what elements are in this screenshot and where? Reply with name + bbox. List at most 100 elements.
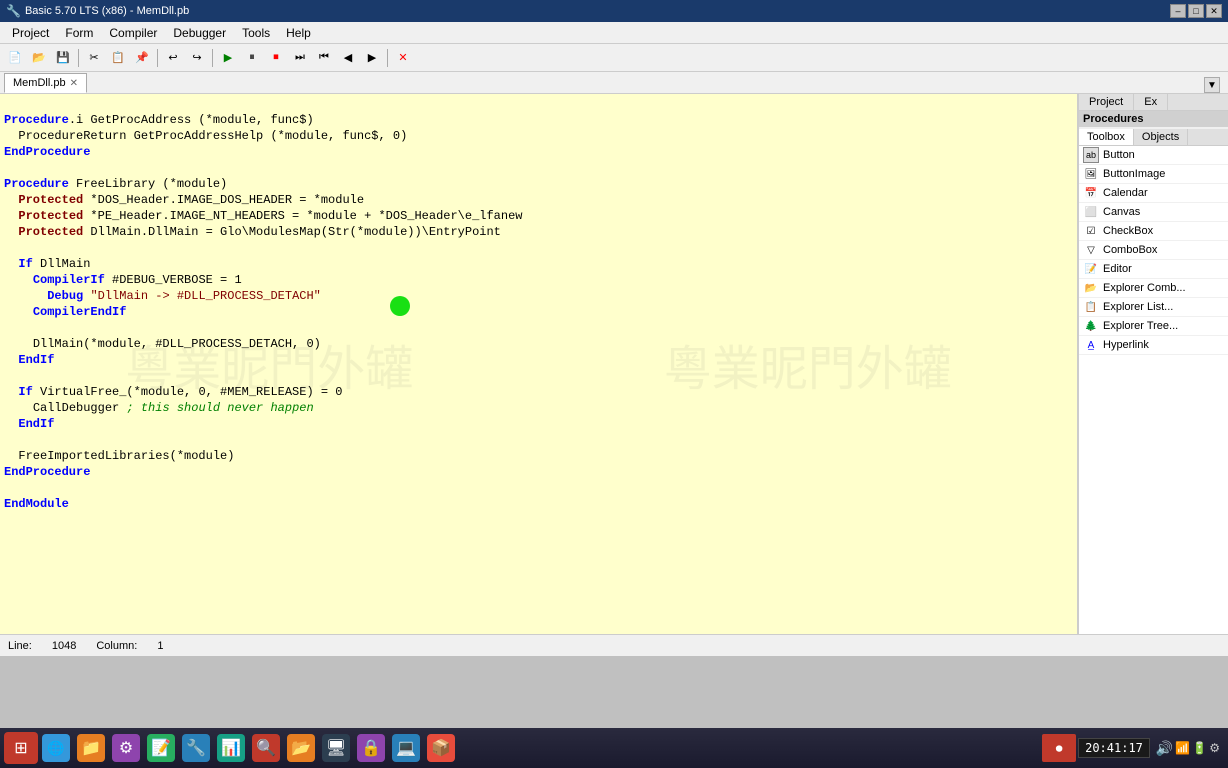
- tab-project[interactable]: Project: [1079, 94, 1134, 110]
- menu-tools[interactable]: Tools: [234, 24, 278, 42]
- maximize-button[interactable]: □: [1188, 4, 1204, 18]
- toolbar-sep4: [387, 49, 388, 67]
- taskbar-item-12[interactable]: 📦: [424, 731, 458, 765]
- tray-settings[interactable]: ⚙: [1209, 741, 1220, 755]
- toolbox-explorer-list[interactable]: 📋 Explorer List...: [1079, 298, 1228, 317]
- code-scroll[interactable]: Procedure.i GetProcAddress (*module, fun…: [0, 94, 1077, 634]
- tray-volume[interactable]: 🔊: [1156, 740, 1173, 757]
- explorer-tree-icon: 🌲: [1083, 318, 1099, 334]
- toolbar-save[interactable]: 💾: [52, 47, 74, 69]
- taskbar-item-11[interactable]: 💻: [389, 731, 423, 765]
- toolbar-close[interactable]: ✕: [392, 47, 414, 69]
- code-editor[interactable]: 粵業昵門外罐 粵業昵門外罐 Procedure.i GetProcAddress…: [0, 94, 1078, 634]
- toolbox-checkbox-label: CheckBox: [1103, 225, 1153, 237]
- toolbox-tabs: Toolbox Objects: [1079, 129, 1228, 146]
- taskbar-item-8[interactable]: 📂: [284, 731, 318, 765]
- toolbox-explorer-combo[interactable]: 📂 Explorer Comb...: [1079, 279, 1228, 298]
- minimize-button[interactable]: –: [1170, 4, 1186, 18]
- buttonimage-icon: 🖼: [1083, 166, 1099, 182]
- toolbar-paste[interactable]: 📌: [131, 47, 153, 69]
- tab-close-btn[interactable]: ✕: [70, 78, 78, 89]
- toolbar-next[interactable]: ▶: [361, 47, 383, 69]
- taskbar-icon-7: 🔍: [252, 734, 280, 762]
- taskbar-icon-10: 🔒: [357, 734, 385, 762]
- toolbar-run[interactable]: ▶: [217, 47, 239, 69]
- taskbar-icon-2: 📁: [77, 734, 105, 762]
- col-value: 1: [157, 640, 163, 652]
- toolbox-explorer-combo-label: Explorer Comb...: [1103, 282, 1186, 294]
- toolbar-back[interactable]: ⏮: [313, 47, 335, 69]
- title-bar-controls[interactable]: – □ ✕: [1170, 4, 1222, 18]
- toolbox-explorer-list-label: Explorer List...: [1103, 301, 1173, 313]
- taskbar-item-3[interactable]: ⚙: [109, 731, 143, 765]
- taskbar: ⊞ 🌐 📁 ⚙ 📝 🔧 📊 🔍 📂 🖥 🔒 💻 📦 ⏺: [0, 728, 1228, 768]
- canvas-icon: ⬜: [1083, 204, 1099, 220]
- toolbar-pause[interactable]: ⏸: [241, 47, 263, 69]
- taskbar-icon-11: 💻: [392, 734, 420, 762]
- taskbar-item-7[interactable]: 🔍: [249, 731, 283, 765]
- toolbox-canvas-label: Canvas: [1103, 206, 1140, 218]
- menu-form[interactable]: Form: [57, 24, 101, 42]
- clock-time: 20:41:17: [1085, 741, 1143, 755]
- menu-project[interactable]: Project: [4, 24, 57, 42]
- toolbar-sep3: [212, 49, 213, 67]
- taskbar-item-9[interactable]: 🖥: [319, 731, 353, 765]
- toolbox-explorer-tree[interactable]: 🌲 Explorer Tree...: [1079, 317, 1228, 336]
- toolbox-list: ab Button 🖼 ButtonImage 📅 Calendar ⬜ Can…: [1079, 146, 1228, 634]
- toolbox-calendar[interactable]: 📅 Calendar: [1079, 184, 1228, 203]
- tray-battery[interactable]: 🔋: [1192, 741, 1207, 755]
- toolbar-copy[interactable]: 📋: [107, 47, 129, 69]
- tab-objects[interactable]: Objects: [1134, 129, 1188, 145]
- tab-scroll-right[interactable]: ▼: [1204, 77, 1220, 93]
- toolbox-button[interactable]: ab Button: [1079, 146, 1228, 165]
- close-button[interactable]: ✕: [1206, 4, 1222, 18]
- toolbar-prev[interactable]: ◀: [337, 47, 359, 69]
- tab-toolbox[interactable]: Toolbox: [1079, 129, 1134, 145]
- toolbar-sep1: [78, 49, 79, 67]
- taskbar-item-4[interactable]: 📝: [144, 731, 178, 765]
- taskbar-item-6[interactable]: 📊: [214, 731, 248, 765]
- checkbox-icon: ☑: [1083, 223, 1099, 239]
- toolbox-checkbox[interactable]: ☑ CheckBox: [1079, 222, 1228, 241]
- tray-network[interactable]: 📶: [1175, 741, 1190, 755]
- taskbar-icon-1: 🌐: [42, 734, 70, 762]
- window-title: Basic 5.70 LTS (x86) - MemDll.pb: [25, 5, 189, 17]
- toolbox-canvas[interactable]: ⬜ Canvas: [1079, 203, 1228, 222]
- toolbox-button-label: Button: [1103, 149, 1135, 161]
- menu-help[interactable]: Help: [278, 24, 319, 42]
- taskbar-icon-12: 📦: [427, 734, 455, 762]
- menu-compiler[interactable]: Compiler: [101, 24, 165, 42]
- taskbar-item-5[interactable]: 🔧: [179, 731, 213, 765]
- taskbar-icon-4: 📝: [147, 734, 175, 762]
- toolbar-redo[interactable]: ↪: [186, 47, 208, 69]
- right-panel: Project Ex Procedures Toolbox Objects ab…: [1078, 94, 1228, 634]
- taskbar-item-1[interactable]: 🌐: [39, 731, 73, 765]
- procedures-header: Procedures: [1079, 111, 1228, 127]
- toolbox-buttonimage[interactable]: 🖼 ButtonImage: [1079, 165, 1228, 184]
- taskbar-item-2[interactable]: 📁: [74, 731, 108, 765]
- record-button[interactable]: ⏺: [1042, 734, 1076, 762]
- menu-debugger[interactable]: Debugger: [165, 24, 234, 42]
- toolbox-editor-label: Editor: [1103, 263, 1132, 275]
- toolbox-combobox[interactable]: ▽ ComboBox: [1079, 241, 1228, 260]
- start-button[interactable]: ⊞: [4, 732, 38, 764]
- toolbox-hyperlink[interactable]: A̲ Hyperlink: [1079, 336, 1228, 355]
- code-content: Procedure.i GetProcAddress (*module, fun…: [0, 94, 1077, 530]
- toolbar-open[interactable]: 📂: [28, 47, 50, 69]
- combobox-icon: ▽: [1083, 242, 1099, 258]
- taskbar-item-10[interactable]: 🔒: [354, 731, 388, 765]
- toolbox-editor[interactable]: 📝 Editor: [1079, 260, 1228, 279]
- toolbar-undo[interactable]: ↩: [162, 47, 184, 69]
- toolbar-new[interactable]: 📄: [4, 47, 26, 69]
- taskbar-icon-9: 🖥: [322, 734, 350, 762]
- tab-label: MemDll.pb: [13, 77, 66, 89]
- toolbar-cut[interactable]: ✂: [83, 47, 105, 69]
- toolbox-explorer-tree-label: Explorer Tree...: [1103, 320, 1178, 332]
- toolbar-step[interactable]: ⏭: [289, 47, 311, 69]
- tab-ex[interactable]: Ex: [1134, 94, 1168, 110]
- tab-memdll[interactable]: MemDll.pb ✕: [4, 73, 87, 93]
- toolbar-stop[interactable]: ⏹: [265, 47, 287, 69]
- menu-bar: Project Form Compiler Debugger Tools Hel…: [0, 22, 1228, 44]
- taskbar-icon-8: 📂: [287, 734, 315, 762]
- main-area: 粵業昵門外罐 粵業昵門外罐 Procedure.i GetProcAddress…: [0, 94, 1228, 634]
